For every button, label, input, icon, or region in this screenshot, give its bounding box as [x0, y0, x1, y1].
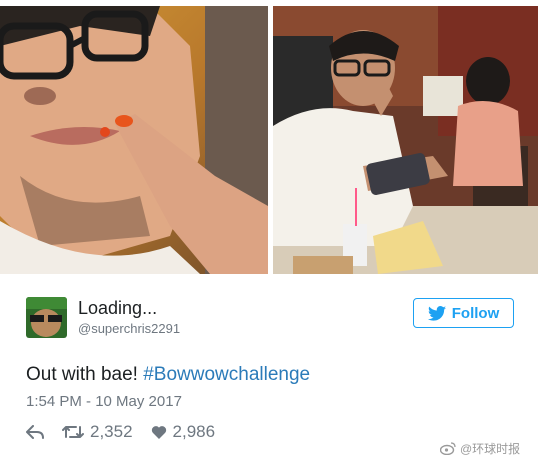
like-button[interactable]: 2,986	[151, 422, 216, 442]
tweet-text-body: Out with bae!	[26, 364, 144, 385]
watermark-text: @环球时报	[460, 442, 521, 456]
retweet-icon	[62, 426, 84, 438]
tweet-text: Out with bae! #Bowwowchallenge	[26, 364, 310, 386]
selfie-closeup-image	[0, 6, 268, 274]
avatar-image	[26, 297, 67, 338]
user-handle[interactable]: @superchris2291	[78, 321, 180, 336]
selfie-photo-closeup[interactable]	[0, 6, 268, 274]
reply-icon	[26, 425, 44, 439]
like-count: 2,986	[172, 422, 216, 441]
follow-button[interactable]: Follow	[413, 298, 514, 328]
avatar[interactable]	[26, 297, 67, 338]
display-name[interactable]: Loading...	[78, 298, 157, 319]
weibo-icon	[440, 442, 456, 455]
follow-label: Follow	[451, 304, 500, 322]
retweet-count: 2,352	[90, 422, 133, 441]
reply-button[interactable]	[26, 425, 44, 439]
twitter-bird-icon	[427, 305, 446, 321]
restaurant-image	[273, 6, 538, 274]
restaurant-photo[interactable]	[273, 6, 538, 274]
tweet-timestamp[interactable]: 1:54 PM - 10 May 2017	[26, 393, 182, 410]
watermark: @环球时报	[440, 440, 520, 457]
heart-icon	[151, 425, 166, 439]
hashtag-link[interactable]: #Bowwowchallenge	[143, 364, 310, 385]
retweet-button[interactable]: 2,352	[62, 422, 133, 442]
tweet-actions: 2,352 2,986	[26, 422, 215, 442]
photo-collage	[0, 0, 538, 276]
